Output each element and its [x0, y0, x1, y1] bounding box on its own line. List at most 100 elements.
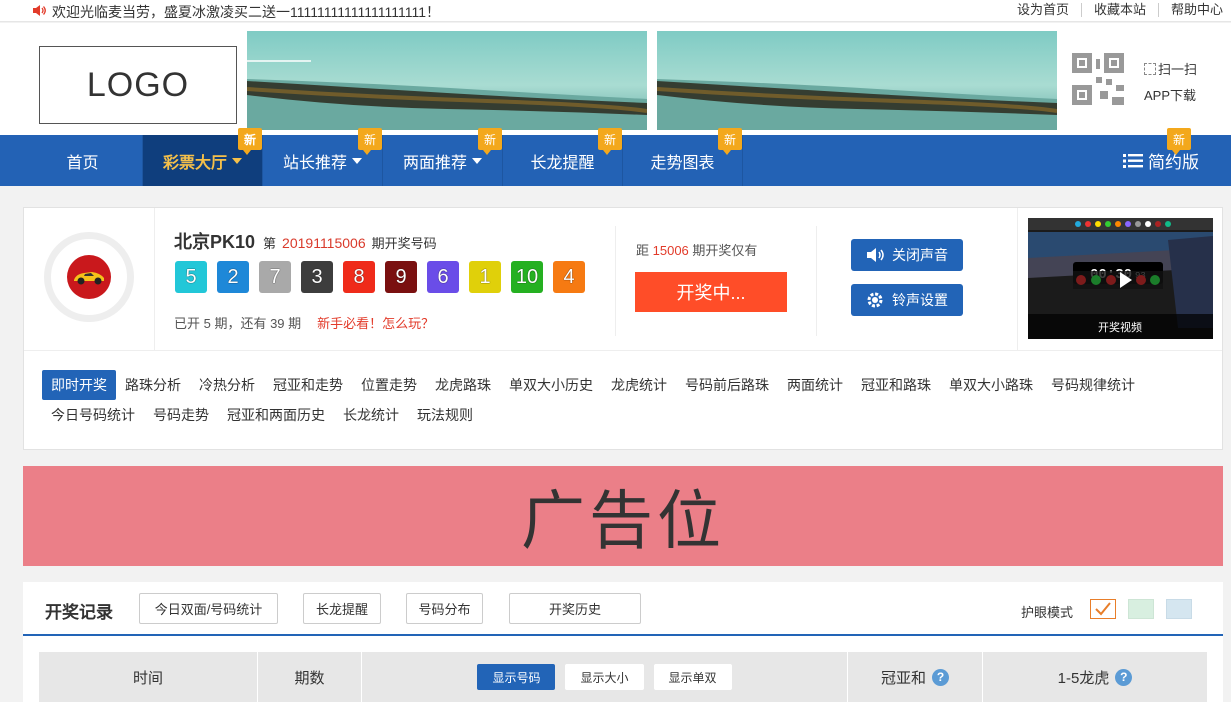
draw-ball: 4 [553, 261, 585, 293]
record-header: 开奖记录 今日双面/号码统计 长龙提醒 号码分布 开奖历史 护眼模式 [23, 582, 1223, 636]
analysis-tab[interactable]: 路珠分析 [116, 370, 190, 400]
new-badge: 新 [478, 128, 502, 155]
scan-label: 扫一扫 [1144, 59, 1197, 78]
new-badge: 新 [718, 128, 742, 155]
show-numbers-toggle[interactable]: 显示号码 [477, 664, 556, 690]
number-distribution-button[interactable]: 号码分布 [406, 593, 483, 624]
header: LOGO 扫一扫 APP下载 [0, 23, 1231, 135]
analysis-tab[interactable]: 今日号码统计 [42, 400, 144, 430]
draw-ball: 10 [511, 261, 543, 293]
analysis-tab[interactable]: 位置走势 [352, 370, 426, 400]
nav-admin-recommend[interactable]: 站长推荐新 [263, 128, 383, 186]
new-badge: 新 [358, 128, 382, 155]
lottery-card: 北京PK10 第 20191115006 期开奖号码 5 2 7 3 8 9 6 1 10 4 已开 5… [23, 207, 1223, 450]
eye-mode-green-swatch[interactable] [1128, 599, 1154, 619]
nav-long-dragon[interactable]: 长龙提醒新 [503, 128, 623, 186]
divider [154, 208, 155, 350]
chevron-down-icon [472, 157, 482, 164]
simple-version-button[interactable]: 简约版 新 [1123, 128, 1199, 186]
analysis-tab[interactable]: 冷热分析 [190, 370, 264, 400]
lottery-title: 北京PK10 第 20191115006 期开奖号码 [174, 228, 437, 254]
chevron-down-icon [352, 157, 362, 164]
today-stats-button[interactable]: 今日双面/号码统计 [139, 593, 278, 624]
col-dragon-tiger-label: 1-5龙虎 [1057, 669, 1110, 687]
ad-banner[interactable]: 广告位 [23, 466, 1223, 566]
nav-home[interactable]: 首页 [23, 135, 143, 186]
issue-number: 20191115006 [282, 235, 366, 251]
analysis-tab[interactable]: 号码规律统计 [1042, 370, 1144, 400]
eye-mode-default-checkbox[interactable] [1090, 599, 1116, 619]
analysis-tab[interactable]: 两面统计 [778, 370, 852, 400]
divider [816, 226, 817, 336]
eye-mode-label: 护眼模式 [1021, 605, 1074, 620]
analysis-tabs: 即时开奖 路珠分析 冷热分析 冠亚和走势 位置走势 龙虎路珠 单双大小历史 龙虎统计 号码前后路… [42, 370, 1212, 430]
col-sum-label: 冠亚和 [880, 669, 926, 687]
banner-image-left[interactable] [247, 31, 647, 130]
logo[interactable]: LOGO [39, 46, 237, 124]
help-center-link[interactable]: 帮助中心 [1159, 3, 1223, 17]
draw-ball: 7 [259, 261, 291, 293]
top-notice-bar: 欢迎光临麦当劳，盛夏冰激凌买二送一11111111111111111111！ 设… [0, 0, 1231, 22]
banner-image-right[interactable] [657, 31, 1057, 130]
divider [24, 350, 1222, 351]
nav-lottery-hall[interactable]: 彩票大厅新 [143, 128, 263, 186]
ringtone-settings-button[interactable]: 铃声设置 [851, 284, 963, 316]
draw-video-thumbnail[interactable]: 00:30 93 开奖视频 [1028, 218, 1213, 339]
scan-text: 扫一扫 [1158, 62, 1198, 77]
record-title: 开奖记录 [45, 603, 113, 622]
draw-balls: 5 2 7 3 8 9 6 1 10 4 [175, 261, 595, 293]
analysis-tab[interactable]: 冠亚和两面历史 [218, 400, 334, 430]
check-icon [1095, 602, 1111, 616]
chevron-down-icon [232, 157, 242, 164]
qr-code-icon[interactable] [1072, 53, 1124, 105]
nav-long-dragon-label: 长龙提醒 [530, 154, 595, 172]
analysis-tab[interactable]: 冠亚和走势 [264, 370, 352, 400]
beginner-help-link[interactable]: 新手必看！怎么玩？ [317, 316, 434, 331]
analysis-tab[interactable]: 单双大小路珠 [940, 370, 1042, 400]
draw-history-button[interactable]: 开奖历史 [509, 593, 641, 624]
mute-sound-label: 关闭声音 [892, 247, 948, 263]
new-badge: 新 [238, 128, 262, 155]
analysis-tab[interactable]: 玩法规则 [408, 400, 482, 430]
analysis-tab[interactable]: 龙虎路珠 [426, 370, 500, 400]
bookmark-link[interactable]: 收藏本站 [1082, 3, 1159, 17]
nav-two-side-label: 两面推荐 [402, 154, 467, 172]
analysis-tab[interactable]: 即时开奖 [42, 370, 116, 400]
progress-text: 已开 5 期，还有 39 期 [174, 316, 302, 331]
help-icon[interactable]: ? [1115, 668, 1133, 686]
lottery-avatar [44, 232, 134, 322]
eye-mode-blue-swatch[interactable] [1166, 599, 1192, 619]
analysis-tab[interactable]: 长龙统计 [334, 400, 408, 430]
mute-sound-button[interactable]: 关闭声音 [851, 239, 963, 271]
analysis-tab[interactable]: 号码走势 [144, 400, 218, 430]
drawing-status-button[interactable]: 开奖中... [635, 272, 787, 312]
draw-ball: 3 [301, 261, 333, 293]
scan-icon [1144, 63, 1156, 75]
help-icon[interactable]: ? [932, 668, 949, 686]
countdown-text: 距 15006 期开奖仅有 [636, 240, 757, 259]
analysis-tab[interactable]: 号码前后路珠 [676, 370, 778, 400]
list-icon [1123, 153, 1143, 168]
long-dragon-button[interactable]: 长龙提醒 [303, 593, 381, 624]
nav-two-side-recommend[interactable]: 两面推荐新 [383, 128, 503, 186]
col-time: 时间 [39, 652, 258, 702]
divider [615, 226, 616, 336]
top-links: 设为首页 收藏本站 帮助中心 [1005, 3, 1223, 17]
show-size-toggle[interactable]: 显示大小 [565, 664, 644, 690]
show-odd-even-toggle[interactable]: 显示单双 [653, 664, 732, 690]
nav-trend-chart[interactable]: 走势图表新 [623, 128, 743, 186]
record-table-header: 时间 期数 显示号码 显示大小 显示单双 冠亚和? 1-5龙虎? [39, 652, 1207, 702]
analysis-tab[interactable]: 冠亚和路珠 [852, 370, 940, 400]
new-badge: 新 [598, 128, 622, 155]
issue-prefix: 第 [263, 236, 277, 251]
analysis-tab[interactable]: 单双大小历史 [500, 370, 602, 400]
draw-ball: 6 [427, 261, 459, 293]
analysis-tab[interactable]: 龙虎统计 [602, 370, 676, 400]
set-homepage-link[interactable]: 设为首页 [1005, 3, 1082, 17]
notice-text: 欢迎光临麦当劳，盛夏冰激凌买二送一11111111111111111111！ [52, 4, 440, 20]
app-download-label[interactable]: APP下载 [1144, 85, 1196, 104]
draw-progress: 已开 5 期，还有 39 期新手必看！怎么玩？ [174, 313, 434, 332]
speaker-icon [33, 5, 46, 16]
countdown-prefix: 距 [636, 243, 650, 258]
speaker-icon [867, 248, 884, 262]
